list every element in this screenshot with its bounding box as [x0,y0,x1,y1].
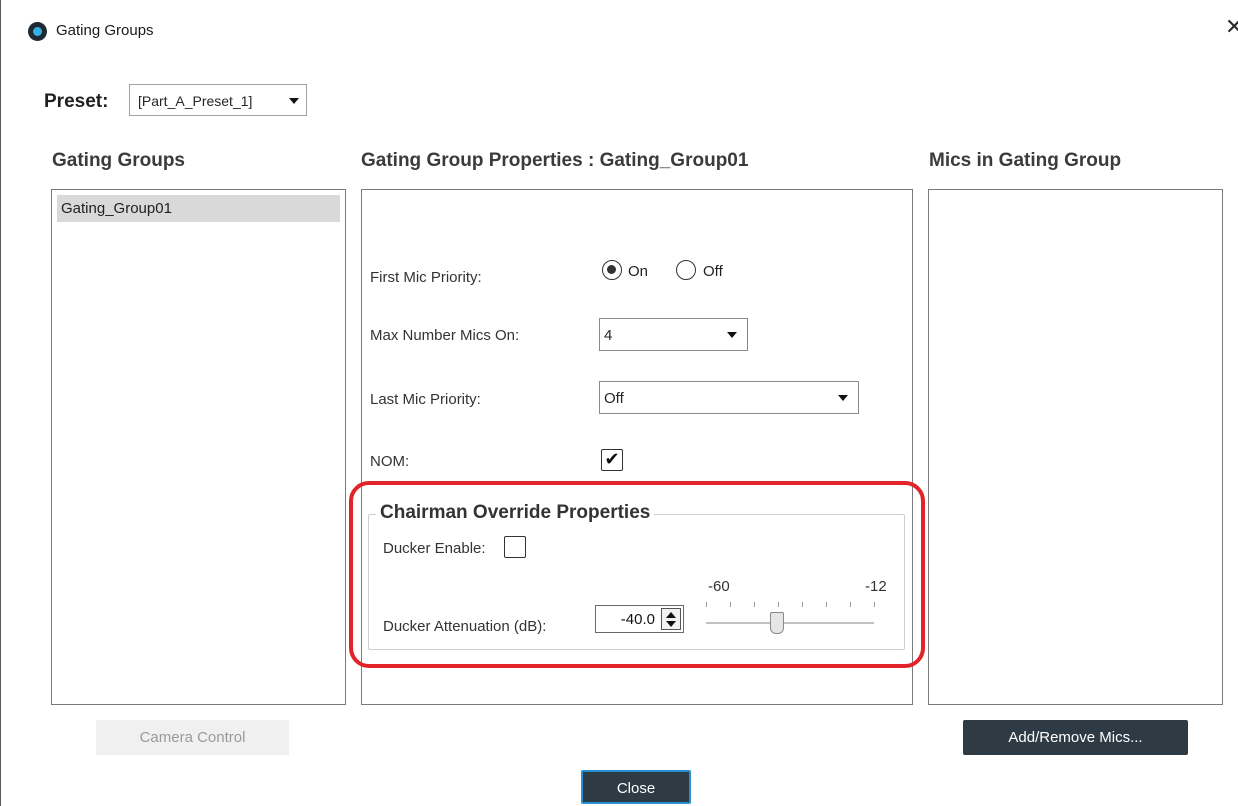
chevron-down-icon [838,395,848,401]
properties-heading: Gating Group Properties : Gating_Group01 [361,150,749,171]
first-mic-priority-off-radio[interactable] [676,260,696,280]
first-mic-priority-label: First Mic Priority: [370,269,482,286]
max-mics-label: Max Number Mics On: [370,327,520,344]
title-bar: Gating Groups ✕ [1,0,1238,62]
list-item[interactable]: Gating_Group01 [57,195,340,222]
first-mic-priority-on-radio[interactable] [602,260,622,280]
gating-groups-heading: Gating Groups [52,150,185,171]
preset-selected-value: [Part_A_Preset_1] [138,93,253,109]
gating-groups-list[interactable]: Gating_Group01 [51,189,346,705]
app-logo-icon [28,22,47,41]
gating-groups-dialog: Gating Groups ✕ Preset: [Part_A_Preset_1… [0,0,1238,806]
mics-list[interactable] [928,189,1223,705]
radio-label-on: On [628,263,649,280]
mics-heading: Mics in Gating Group [929,150,1122,171]
highlight-annotation [349,481,925,668]
max-mics-value: 4 [604,327,613,344]
camera-control-button[interactable]: Camera Control [96,720,289,755]
last-mic-priority-value: Off [604,390,624,407]
add-remove-mics-button[interactable]: Add/Remove Mics... [963,720,1188,755]
preset-label: Preset: [44,91,109,112]
chevron-down-icon [727,332,737,338]
nom-label: NOM: [370,453,410,470]
preset-dropdown[interactable]: [Part_A_Preset_1] [129,84,307,116]
close-icon[interactable]: ✕ [1225,16,1238,38]
last-mic-priority-label: Last Mic Priority: [370,391,481,408]
chevron-down-icon [289,98,299,104]
radio-label-off: Off [703,263,723,280]
window-title: Gating Groups [56,22,154,39]
last-mic-priority-dropdown[interactable]: Off [599,381,859,414]
nom-checkbox[interactable]: ✔ [601,449,623,471]
max-mics-dropdown[interactable]: 4 [599,318,748,351]
close-button[interactable]: Close [581,770,691,804]
